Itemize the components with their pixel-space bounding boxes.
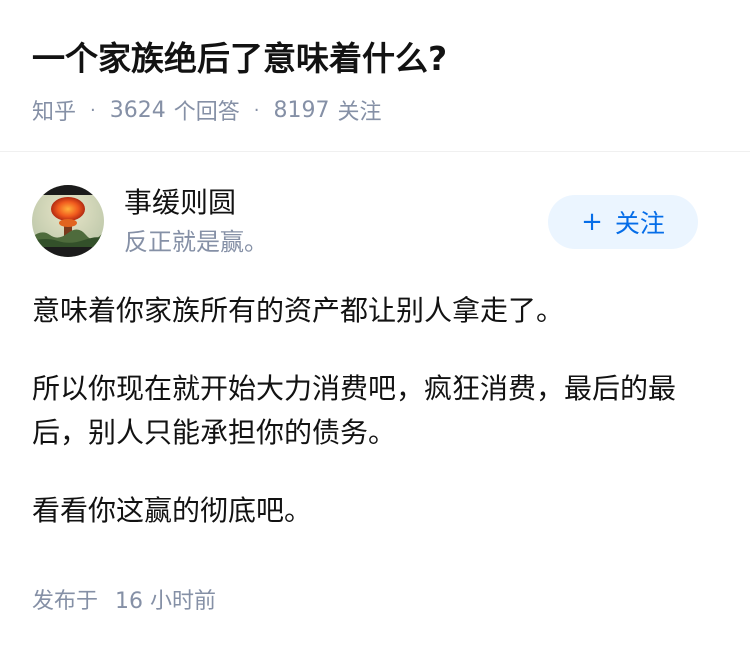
answer-count-label[interactable]: 个回答	[174, 94, 240, 126]
answer-count: 3624	[109, 97, 166, 123]
author-name[interactable]: 事缓则圆	[124, 183, 236, 223]
follow-button-label: 关注	[614, 209, 665, 238]
question-header: 一个家族绝后了意味着什么? 知乎 · 3624 个回答 · 8197 关注	[0, 0, 750, 152]
author-bio: 反正就是赢。	[124, 228, 268, 256]
answer-publish-time: 发布于 16 小时前	[32, 585, 216, 619]
publish-time-prefix: 发布于	[32, 589, 99, 614]
answer-paragraph: 看看你这赢的彻底吧。	[32, 494, 313, 527]
question-meta: 知乎 · 3624 个回答 · 8197 关注	[32, 94, 382, 126]
separator-dot: ·	[90, 99, 96, 121]
avatar-image	[32, 185, 104, 257]
publish-time-value: 16 小时前	[115, 589, 217, 614]
separator-dot: ·	[253, 99, 260, 121]
avatar[interactable]	[32, 185, 104, 257]
plus-icon: +	[581, 207, 603, 237]
follower-count: 8197	[273, 97, 330, 123]
answer-paragraph: 意味着你家族所有的资产都让别人拿走了。	[32, 294, 565, 327]
question-title[interactable]: 一个家族绝后了意味着什么?	[32, 36, 447, 82]
answer-paragraph: 所以你现在就开始大力消费吧，疯狂消费，最后的最后，别人只能承担你的债务。	[32, 372, 677, 449]
follower-count-label[interactable]: 关注	[338, 94, 382, 126]
question-source[interactable]: 知乎	[32, 94, 76, 126]
answer-content: 意味着你家族所有的资产都让别人拿走了。 所以你现在就开始大力消费吧，疯狂消费，最…	[32, 289, 722, 567]
follow-button[interactable]: + 关注	[548, 195, 698, 249]
